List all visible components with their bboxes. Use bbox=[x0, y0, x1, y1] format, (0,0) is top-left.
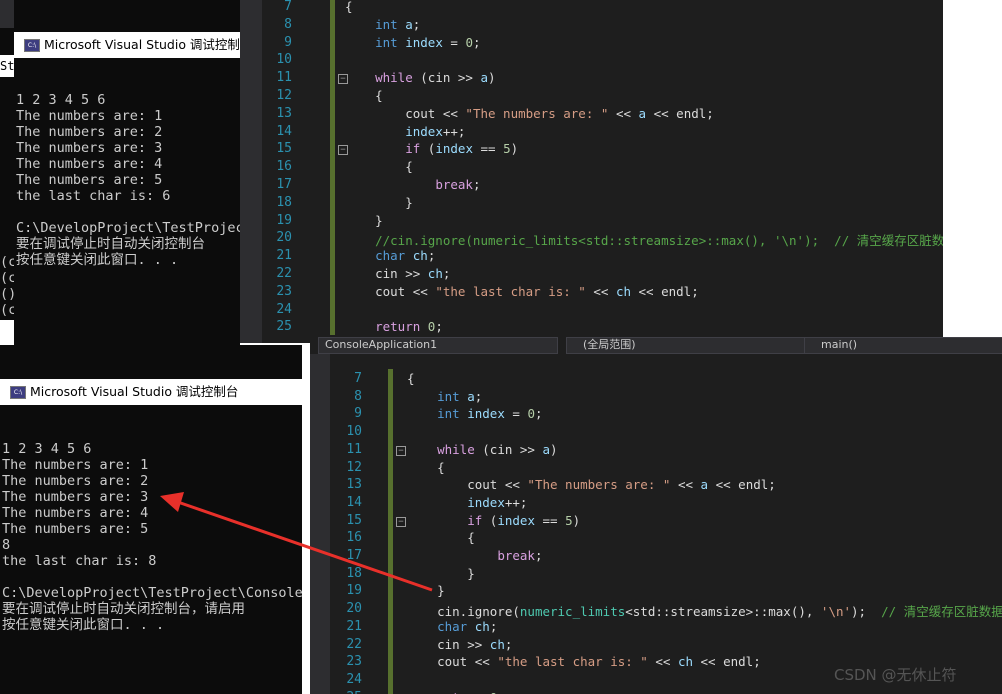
annotation-arrow bbox=[160, 492, 433, 592]
arrow-shaft bbox=[171, 498, 433, 592]
watermark: CSDN @无休止符 bbox=[834, 666, 957, 684]
arrow-head bbox=[160, 492, 184, 512]
